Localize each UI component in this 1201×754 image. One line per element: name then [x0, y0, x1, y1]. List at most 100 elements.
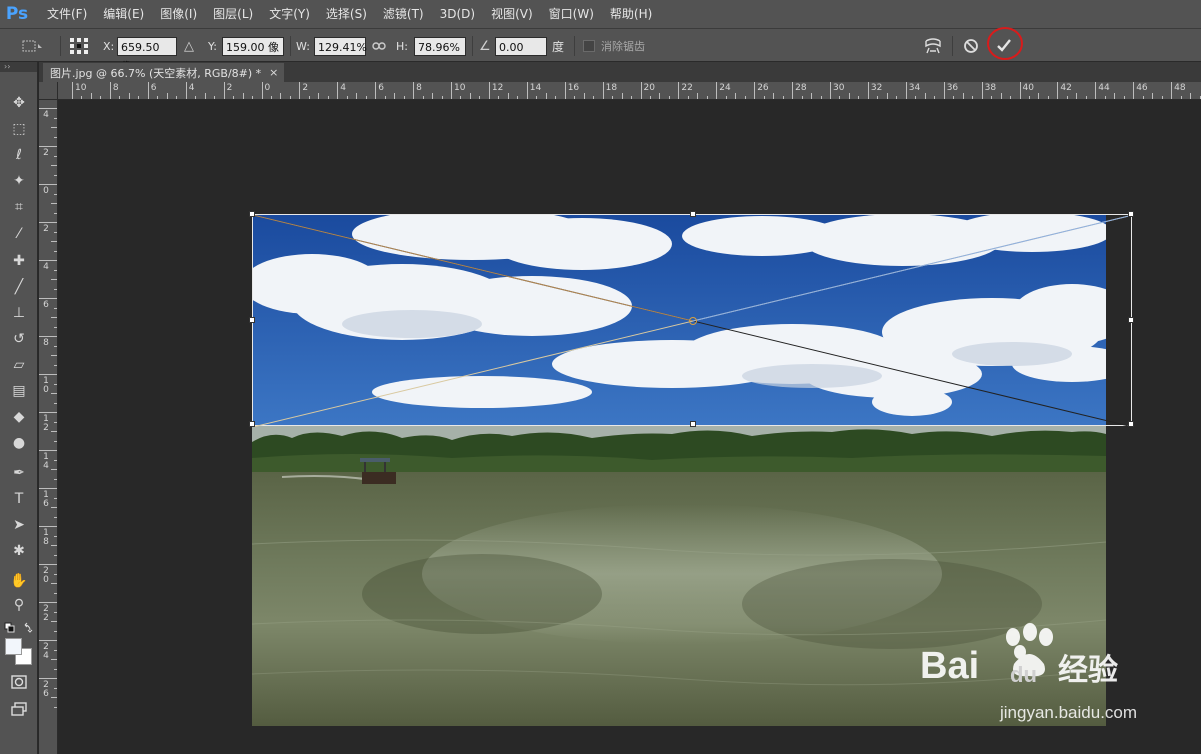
blur-icon[interactable]: ◆ [6, 406, 32, 428]
ruler-minor-tick [432, 93, 434, 99]
menu-item[interactable]: 视图(V) [483, 0, 541, 28]
ruler-minor-tick [214, 96, 216, 99]
move-icon[interactable]: ✥ [6, 92, 32, 114]
ruler-minor-tick [394, 93, 396, 99]
handle-bottom-right[interactable] [1128, 421, 1134, 427]
ruler-label: 4 [340, 83, 347, 93]
menu-item[interactable]: 文件(F) [39, 0, 95, 28]
angle-icon: ∠ [479, 38, 491, 54]
ruler-minor-tick [934, 96, 936, 99]
eraser-icon[interactable]: ▱ [6, 354, 32, 376]
handle-middle-right[interactable] [1128, 317, 1134, 323]
cancel-transform-icon[interactable] [963, 29, 979, 63]
ruler-minor-tick [54, 231, 57, 233]
delta-icon[interactable]: △ [184, 39, 194, 54]
quick-mask-icon[interactable] [6, 671, 32, 693]
antialias-checkbox[interactable] [583, 40, 595, 52]
ruler-label: 32 [870, 83, 883, 93]
menu-item[interactable]: 编辑(E) [95, 0, 152, 28]
y-field[interactable]: 159.00 像 [222, 36, 284, 56]
screen-mode-icon[interactable] [6, 698, 32, 720]
gradient-icon[interactable]: ▤ [6, 380, 32, 402]
warp-mode-icon[interactable] [923, 29, 943, 63]
ruler-tick [39, 146, 57, 147]
ruler-minor-tick [51, 583, 57, 584]
ruler-tick [39, 602, 57, 603]
rotate-angle-field[interactable]: 0.00 [495, 36, 547, 56]
ruler-minor-tick [1114, 93, 1116, 99]
ruler-label: 38 [984, 83, 997, 93]
menu-item[interactable]: 图像(I) [152, 0, 205, 28]
panel-collapse-icon[interactable]: ›› [0, 62, 37, 72]
ruler-minor-tick [54, 554, 57, 556]
foreground-color-swatch[interactable] [5, 638, 22, 655]
dodge-icon[interactable]: ● [6, 432, 32, 454]
ruler-minor-tick [54, 706, 57, 708]
type-icon[interactable]: T [6, 488, 32, 510]
menu-item[interactable]: 3D(D) [432, 0, 483, 28]
horizontal-ruler[interactable]: 10 8 6 4 2 0 2 4 6 8 10 12 14 16 18 20 22 24 26 28 30 32 34 36 3… [58, 82, 1201, 100]
marquee-icon[interactable]: ⬚ [6, 118, 32, 140]
reference-point-icon[interactable] [68, 29, 90, 63]
menu-item[interactable]: 滤镜(T) [375, 0, 432, 28]
handle-top-right[interactable] [1128, 211, 1134, 217]
menu-item[interactable]: 窗口(W) [541, 0, 602, 28]
x-field[interactable]: 659.50 像 [117, 36, 177, 73]
ruler-minor-tick [877, 96, 879, 99]
hand-icon[interactable]: ✋ [6, 570, 32, 592]
handle-middle-left[interactable] [249, 317, 255, 323]
ruler-minor-tick [1000, 93, 1002, 99]
eyedropper-icon[interactable]: ⁄ [6, 223, 32, 245]
ruler-tick [299, 82, 301, 99]
menu-item[interactable]: 图层(L) [205, 0, 261, 28]
healing-brush-icon[interactable]: ✚ [6, 250, 32, 272]
ruler-minor-tick [1142, 96, 1144, 99]
ruler-minor-tick [54, 307, 57, 309]
pen-icon[interactable]: ✒ [6, 462, 32, 484]
ruler-label: 2 [43, 224, 49, 234]
shape-icon[interactable]: ✱ [6, 540, 32, 562]
ruler-minor-tick [612, 96, 614, 99]
menu-item[interactable]: 文字(Y) [261, 0, 318, 28]
ruler-minor-tick [51, 279, 57, 280]
ruler-minor-tick [51, 393, 57, 394]
ruler-minor-tick [54, 117, 57, 119]
link-icon[interactable] [372, 29, 386, 63]
transform-bounding-box[interactable] [249, 211, 1134, 427]
close-tab-icon[interactable]: × [269, 66, 278, 79]
history-brush-icon[interactable]: ↺ [6, 328, 32, 350]
clone-stamp-icon[interactable]: ⊥ [6, 302, 32, 324]
ruler-minor-tick [649, 96, 651, 99]
zoom-icon[interactable]: ⚲ [6, 594, 32, 616]
handle-top-center[interactable] [690, 211, 696, 217]
ruler-minor-tick [384, 96, 386, 99]
ruler-tick [678, 82, 680, 99]
vertical-ruler[interactable]: 4202468101214161820222426 [39, 100, 58, 754]
tool-preset-icon[interactable] [22, 29, 48, 63]
magic-wand-icon[interactable]: ✦ [6, 170, 32, 192]
ruler-tick [39, 412, 57, 413]
ruler-label: 24 [43, 642, 49, 661]
width-field[interactable]: 129.41% [314, 36, 367, 56]
ruler-label: 2 [302, 83, 309, 93]
path-selection-icon[interactable]: ➤ [6, 514, 32, 536]
default-colors-icon[interactable] [4, 622, 34, 634]
ruler-label: 20 [643, 83, 655, 93]
brush-icon[interactable]: ╱ [6, 276, 32, 298]
menu-item[interactable]: 选择(S) [318, 0, 375, 28]
handle-top-left[interactable] [249, 211, 255, 217]
ruler-minor-tick [574, 96, 576, 99]
lasso-icon[interactable]: ℓ [6, 144, 32, 166]
ruler-minor-tick [54, 630, 57, 632]
ruler-origin[interactable] [39, 82, 58, 100]
ruler-minor-tick [54, 421, 57, 423]
reference-point-marker[interactable] [689, 317, 697, 325]
handle-bottom-center[interactable] [690, 421, 696, 427]
ruler-label: 18 [43, 528, 49, 547]
handle-bottom-left[interactable] [249, 421, 255, 427]
ruler-tick [39, 526, 57, 527]
document-tab[interactable]: 图片.jpg @ 66.7% (天空素材, RGB/8#) * × [43, 63, 285, 82]
crop-icon[interactable]: ⌗ [6, 196, 32, 218]
menu-item[interactable]: 帮助(H) [602, 0, 660, 28]
height-field[interactable]: 78.96% [414, 36, 466, 56]
